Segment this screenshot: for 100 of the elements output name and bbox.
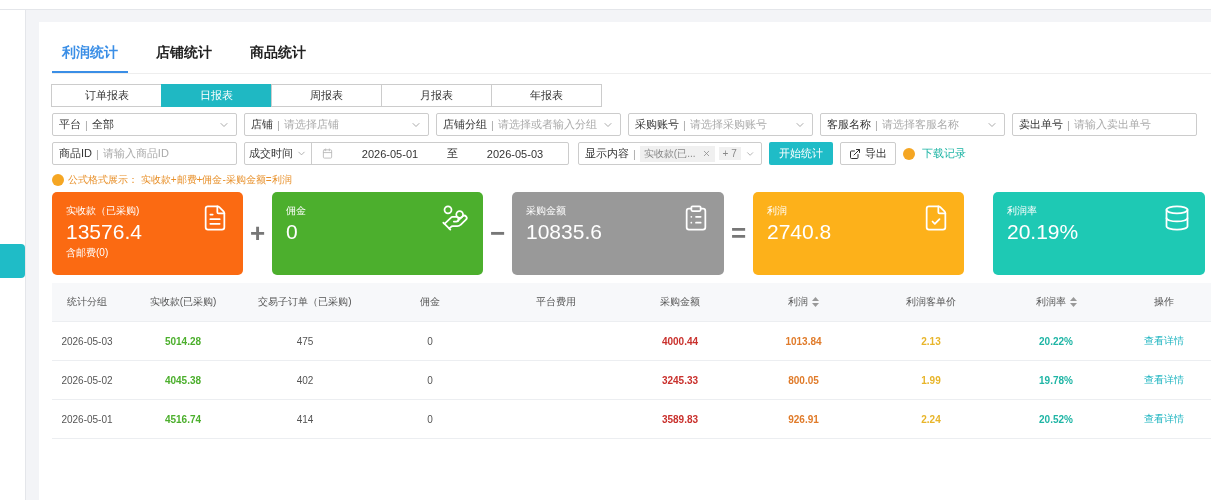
separator: | bbox=[277, 118, 280, 131]
table-cell-text: 5014.28 bbox=[163, 335, 203, 347]
table-cell-text: 1013.84 bbox=[784, 335, 823, 347]
export-icon bbox=[849, 147, 861, 160]
field-placeholder: 请选择店铺 bbox=[283, 117, 340, 132]
report-tab[interactable]: 订单报表 bbox=[51, 84, 162, 107]
report-tab[interactable]: 年报表 bbox=[491, 84, 602, 107]
stat-value: 10835.6 bbox=[526, 220, 602, 244]
select-field[interactable]: 采购账号 | 请选择采购账号 bbox=[628, 113, 813, 136]
field-placeholder: 请选择采购账号 bbox=[689, 117, 768, 132]
start-date: 2026-05-01 bbox=[360, 147, 420, 160]
stat-label: 利润 bbox=[767, 204, 788, 218]
date-type-select[interactable]: 成交时间 bbox=[245, 143, 312, 164]
stat-label: 采购金额 bbox=[526, 204, 567, 218]
table-cell-text: 2026-05-01 bbox=[60, 413, 114, 425]
close-icon[interactable] bbox=[701, 149, 711, 158]
separator: | bbox=[85, 118, 88, 131]
table-cell-text: 414 bbox=[295, 413, 315, 425]
table-cell-text: 0 bbox=[426, 374, 434, 386]
main-tab[interactable]: 店铺统计 bbox=[146, 32, 222, 73]
select-field[interactable]: 客服名称 | 请选择客服名称 bbox=[820, 113, 1005, 136]
table-cell-text: 2.13 bbox=[920, 335, 942, 347]
main-tab[interactable]: 商品统计 bbox=[240, 32, 316, 73]
separator: | bbox=[491, 118, 494, 131]
report-tab[interactable]: 月报表 bbox=[381, 84, 492, 107]
tag-text: 实收款(已... bbox=[643, 146, 696, 161]
column-header: 操作 bbox=[1153, 295, 1174, 309]
separator: | bbox=[683, 118, 686, 131]
field-label: 平台 bbox=[59, 117, 81, 132]
table-cell-text: 3589.83 bbox=[660, 413, 700, 425]
stat-icon bbox=[1163, 204, 1191, 232]
table-cell-text: 2.24 bbox=[920, 413, 942, 425]
field-label: 显示内容 bbox=[585, 146, 629, 161]
column-header: 交易子订单（已采购) bbox=[258, 295, 352, 309]
separator: | bbox=[875, 118, 878, 131]
column-header: 采购金额 bbox=[660, 295, 700, 309]
table-cell-text: 4516.74 bbox=[163, 413, 203, 425]
table-cell-text: 0 bbox=[426, 413, 434, 425]
table-cell-text: 4000.44 bbox=[660, 335, 700, 347]
table-cell-text: 3245.33 bbox=[660, 374, 700, 386]
date-separator: 至 bbox=[447, 146, 458, 161]
separator: | bbox=[1067, 118, 1070, 131]
table-cell-text: 19.78% bbox=[1038, 374, 1074, 386]
select-field[interactable]: 平台 | 全部 bbox=[52, 113, 237, 136]
field-label: 采购账号 bbox=[635, 117, 679, 132]
stat-note: 含邮费(0) bbox=[66, 246, 110, 260]
input-field[interactable]: 商品ID | 请输入商品ID bbox=[52, 142, 237, 165]
column-header: 实收款(已采购) bbox=[149, 295, 217, 309]
display-select[interactable]: 显示内容 | 实收款(已... + 7 bbox=[578, 142, 762, 165]
sort-icon[interactable] bbox=[1069, 297, 1077, 307]
stat-label: 利润率 bbox=[1007, 204, 1038, 218]
stat-label: 佣金 bbox=[286, 204, 306, 218]
separator: | bbox=[633, 147, 636, 160]
column-header: 利润客单价 bbox=[906, 295, 956, 309]
table-cell-text: 2026-05-03 bbox=[60, 335, 114, 347]
table-cell-text: 475 bbox=[295, 335, 315, 347]
report-tab[interactable]: 周报表 bbox=[271, 84, 382, 107]
sidebar-toggle[interactable] bbox=[0, 244, 25, 278]
field-placeholder: 请输入商品ID bbox=[102, 146, 170, 161]
operator: = bbox=[729, 218, 748, 249]
separator: | bbox=[96, 147, 99, 160]
more-count: + 7 bbox=[718, 147, 741, 160]
table-cell-text: 20.52% bbox=[1038, 413, 1074, 425]
operator: + bbox=[248, 218, 267, 249]
stat-value: 0 bbox=[286, 220, 299, 244]
stat-value: 20.19% bbox=[1007, 220, 1079, 244]
stat-label: 实收款（已采购) bbox=[66, 204, 141, 218]
table-cell-text: 4045.38 bbox=[163, 374, 203, 386]
operator: − bbox=[488, 218, 507, 249]
stat-value: 2740.8 bbox=[767, 220, 832, 244]
table-cell-text: 800.05 bbox=[787, 374, 820, 386]
table-cell-text: 1.99 bbox=[920, 374, 942, 386]
stat-value: 13576.4 bbox=[66, 220, 142, 244]
column-header: 利润率 bbox=[1035, 295, 1066, 309]
field-value: 全部 bbox=[91, 117, 115, 132]
column-header: 统计分组 bbox=[67, 295, 107, 309]
column-header: 平台费用 bbox=[536, 295, 576, 309]
column-header: 利润 bbox=[788, 295, 808, 309]
field-label: 商品ID bbox=[59, 146, 92, 161]
column-header: 佣金 bbox=[420, 295, 440, 309]
field-placeholder: 请选择或者输入分组 bbox=[497, 117, 598, 132]
field-label: 客服名称 bbox=[827, 117, 871, 132]
end-date: 2026-05-03 bbox=[485, 147, 545, 160]
export-button[interactable]: 导出 bbox=[840, 142, 896, 165]
field-label: 卖出单号 bbox=[1019, 117, 1063, 132]
input-field[interactable]: 卖出单号 | 请输入卖出单号 bbox=[1012, 113, 1197, 136]
date-range-field[interactable]: 成交时间 2026-05-01 至 2026-05-03 bbox=[244, 142, 569, 165]
field-label: 店铺 bbox=[251, 117, 273, 132]
table-cell-text: 20.22% bbox=[1038, 335, 1074, 347]
select-field[interactable]: 店铺分组 | 请选择或者输入分组 bbox=[436, 113, 621, 136]
field-label: 店铺分组 bbox=[443, 117, 487, 132]
stat-icon bbox=[441, 204, 469, 232]
sort-icon[interactable] bbox=[812, 297, 819, 307]
table-cell-text: 926.91 bbox=[787, 413, 820, 425]
field-placeholder: 请选择客服名称 bbox=[881, 117, 960, 132]
select-field[interactable]: 店铺 | 请选择店铺 bbox=[244, 113, 429, 136]
table-cell-text: 402 bbox=[295, 374, 315, 386]
table-cell-text: 2026-05-02 bbox=[60, 374, 114, 386]
formula-text: 公式格式展示： 实收款+邮费+佣金-采购金额=利润 bbox=[68, 173, 292, 187]
calendar-icon bbox=[322, 148, 333, 159]
